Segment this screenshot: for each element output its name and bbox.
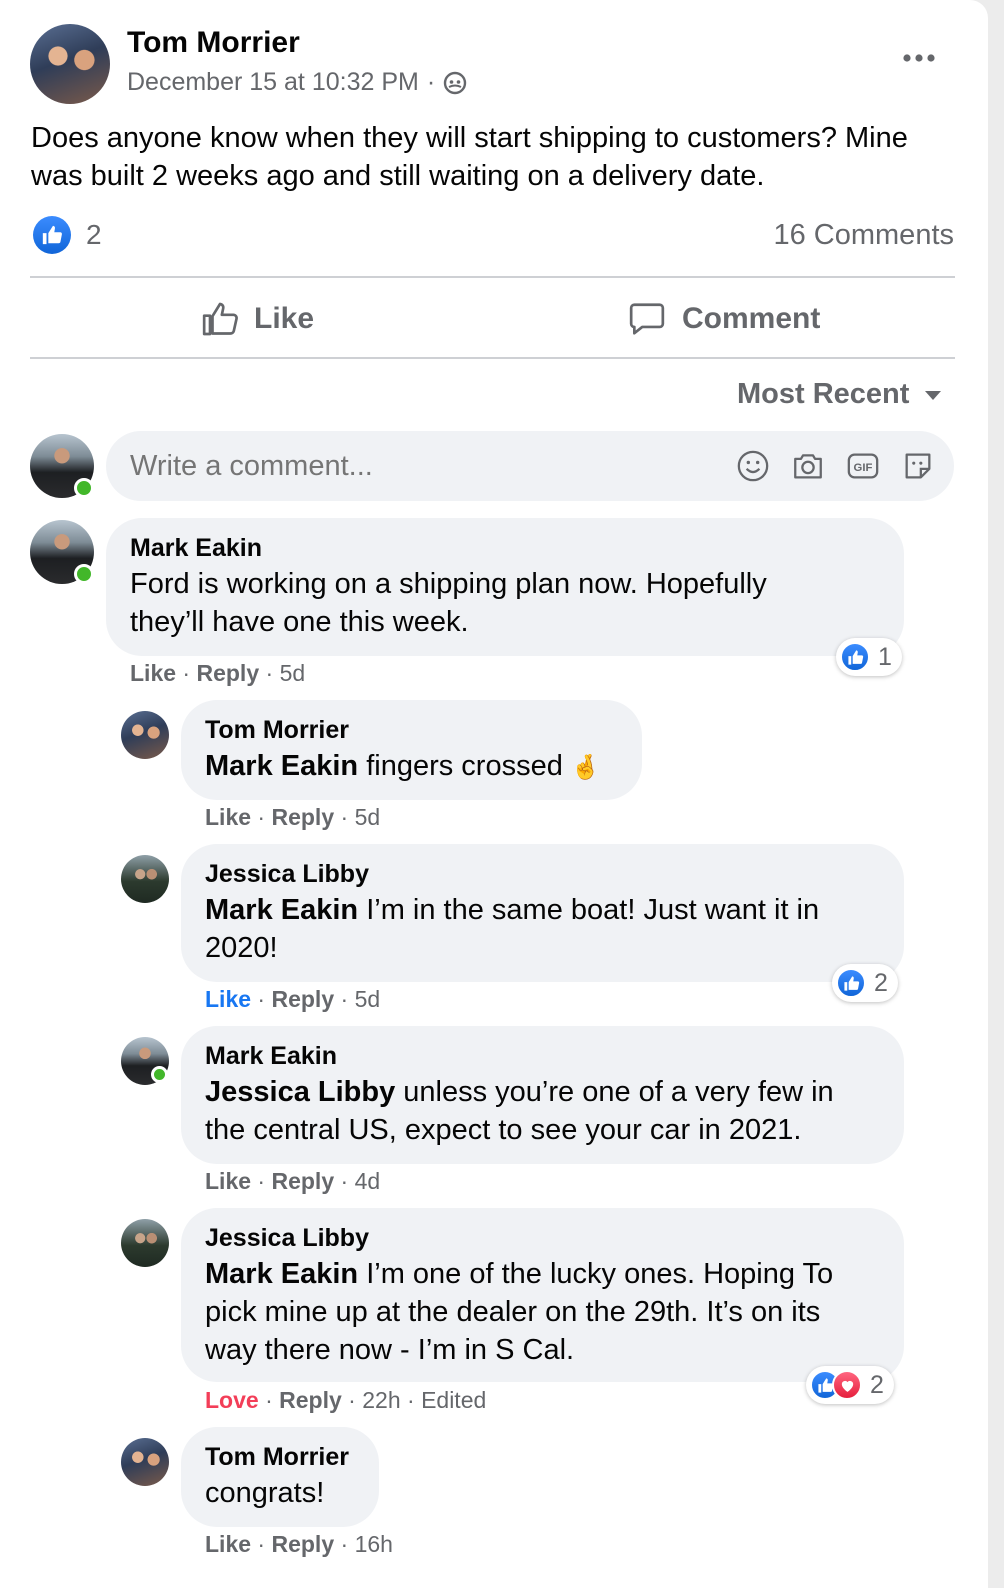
gif-icon[interactable]: GIF <box>846 449 880 488</box>
reply-avatar[interactable] <box>121 711 169 759</box>
comment-text-line: Mark Eakin fingers crossed 🤞 <box>205 747 601 787</box>
camera-icon[interactable] <box>791 449 825 488</box>
comments-count[interactable]: 16 Comments <box>773 219 954 252</box>
like-count[interactable]: 2 <box>86 219 102 251</box>
like-button[interactable]: Like <box>200 296 314 342</box>
comment-author[interactable]: Tom Morrier <box>205 716 349 745</box>
comment-meta: Love · Reply · 22h · Edited <box>205 1387 487 1413</box>
comment-time[interactable]: 5d <box>355 986 381 1012</box>
comment-author[interactable]: Mark Eakin <box>205 1042 337 1071</box>
sort-label: Most Recent <box>737 378 910 410</box>
comment-reactions[interactable]: 1 <box>836 638 902 676</box>
more-icon[interactable] <box>900 50 938 66</box>
comment-reactions[interactable]: 2 <box>806 1366 894 1404</box>
comment-time[interactable]: 5d <box>355 804 381 830</box>
comment-input[interactable] <box>130 445 710 487</box>
comment-text-line: Mark Eakin I’m in the same boat! Just wa… <box>205 891 865 967</box>
thumbs-up-icon <box>200 299 240 339</box>
sticker-icon[interactable] <box>901 449 935 488</box>
comment-bubble: Mark Eakin Ford is working on a shipping… <box>106 518 904 656</box>
comment-like-button[interactable]: Like <box>205 1531 251 1557</box>
caret-down-icon <box>923 388 943 402</box>
comment-edited-label[interactable]: Edited <box>421 1387 486 1413</box>
like-reaction-icon[interactable] <box>33 216 71 254</box>
comment-time[interactable]: 16h <box>355 1531 393 1557</box>
divider-top <box>30 276 955 278</box>
post-text: Does anyone know when they will start sh… <box>31 122 908 192</box>
globe-icon <box>443 71 467 95</box>
like-reaction-icon <box>840 642 870 672</box>
svg-text:GIF: GIF <box>854 462 873 474</box>
online-indicator <box>74 564 94 584</box>
reaction-count: 2 <box>874 968 888 997</box>
meta-separator: · <box>426 68 436 96</box>
comment-reply-button[interactable]: Reply <box>279 1387 342 1413</box>
emoji-icon[interactable] <box>736 449 770 488</box>
comment-reply-button[interactable]: Reply <box>271 804 334 830</box>
comment-bubble: Tom Morrier Mark Eakin fingers crossed 🤞 <box>181 700 642 800</box>
comment-bubble: Jessica Libby Mark Eakin I’m one of the … <box>181 1208 904 1382</box>
comment-meta: Like · Reply · 16h <box>205 1531 393 1557</box>
comment-reply-button[interactable]: Reply <box>271 1531 334 1557</box>
comment-time[interactable]: 5d <box>280 660 306 686</box>
post-author-name[interactable]: Tom Morrier <box>127 26 300 60</box>
comment-author[interactable]: Tom Morrier <box>205 1443 349 1472</box>
love-reaction-icon <box>832 1370 862 1400</box>
post-meta: December 15 at 10:32 PM · <box>127 68 467 97</box>
comment-time[interactable]: 22h <box>362 1387 400 1413</box>
comment-text: congrats! <box>205 1477 325 1509</box>
comment-author[interactable]: Jessica Libby <box>205 860 369 889</box>
comment-meta: Like · Reply · 4d <box>205 1168 381 1194</box>
online-indicator <box>74 478 94 498</box>
comment-time[interactable]: 4d <box>355 1168 381 1194</box>
comment-mention[interactable]: Mark Eakin <box>205 1258 358 1290</box>
post-card: Tom Morrier December 15 at 10:32 PM · Do… <box>0 0 988 1588</box>
comment-like-button[interactable]: Like <box>205 804 251 830</box>
comment-text-line: Mark Eakin I’m one of the lucky ones. Ho… <box>205 1255 875 1369</box>
comment-meta: Like · Reply · 5d <box>205 986 381 1012</box>
comment-button-label: Comment <box>682 302 821 335</box>
comment-author[interactable]: Jessica Libby <box>205 1224 369 1253</box>
reaction-count: 1 <box>878 642 892 671</box>
post-timestamp[interactable]: December 15 at 10:32 PM <box>127 68 419 97</box>
reply-avatar[interactable] <box>121 855 169 903</box>
comment-like-button[interactable]: Like <box>205 1168 251 1194</box>
comment-bubble: Jessica Libby Mark Eakin I’m in the same… <box>181 844 904 982</box>
comment-text: fingers crossed <box>366 750 563 782</box>
comment-like-button[interactable]: Like <box>130 660 176 686</box>
comment-bubble: Mark Eakin Jessica Libby unless you’re o… <box>181 1026 904 1164</box>
comment-meta: Like · Reply · 5d <box>205 804 381 830</box>
comment-button[interactable]: Comment <box>628 296 820 342</box>
reply-avatar[interactable] <box>121 1438 169 1486</box>
comment-meta: Like · Reply · 5d <box>130 660 306 686</box>
like-button-label: Like <box>254 302 315 335</box>
post-author-avatar[interactable] <box>30 24 110 104</box>
comment-author[interactable]: Mark Eakin <box>130 534 262 563</box>
comment-mention[interactable]: Mark Eakin <box>205 750 358 782</box>
comment-bubble: Tom Morrier congrats! <box>181 1427 379 1527</box>
like-reaction-icon <box>836 968 866 998</box>
comment-reply-button[interactable]: Reply <box>271 1168 334 1194</box>
online-indicator <box>151 1066 168 1083</box>
divider-bottom <box>30 357 955 359</box>
reply-avatar[interactable] <box>121 1219 169 1267</box>
comment-text: Ford is working on a shipping plan now. … <box>130 568 767 638</box>
comment-reply-button[interactable]: Reply <box>271 986 334 1012</box>
comment-reactions[interactable]: 2 <box>832 964 898 1002</box>
comment-love-button[interactable]: Love <box>205 1387 259 1413</box>
comment-icon <box>628 300 666 338</box>
comment-mention[interactable]: Jessica Libby <box>205 1076 395 1108</box>
comment-composer[interactable]: GIF <box>106 431 954 501</box>
comment-text-line: Jessica Libby unless you’re one of a ver… <box>205 1073 875 1149</box>
sort-dropdown[interactable]: Most Recent <box>737 378 943 411</box>
fingers-crossed-emoji: 🤞 <box>570 754 601 781</box>
comment-reply-button[interactable]: Reply <box>196 660 259 686</box>
comment-mention[interactable]: Mark Eakin <box>205 894 358 926</box>
reaction-count: 2 <box>870 1370 884 1399</box>
comment-like-button[interactable]: Like <box>205 986 251 1012</box>
